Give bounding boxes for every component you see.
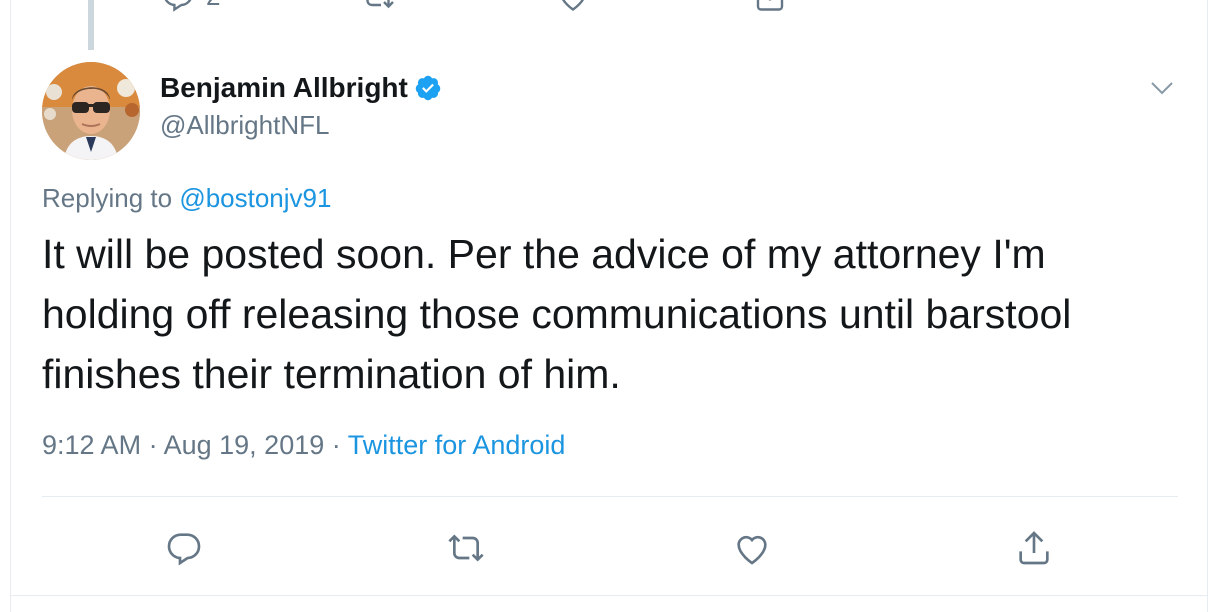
verified-badge-icon	[415, 75, 441, 101]
tweet-text: It will be posted soon. Per the advice o…	[42, 231, 1072, 397]
tweet-source[interactable]: Twitter for Android	[348, 430, 566, 460]
frame-left-border	[10, 0, 11, 612]
retweet-icon	[448, 534, 484, 562]
previous-retweet-button[interactable]	[360, 0, 396, 14]
replying-to-line: Replying to @bostonjv91	[42, 183, 331, 214]
heart-icon	[737, 535, 767, 565]
meta-separator: ·	[148, 430, 158, 460]
reply-icon	[167, 533, 201, 566]
heart-icon	[561, 0, 585, 11]
tweet-author[interactable]: Benjamin Allbright @AllbrightNFL	[160, 72, 442, 141]
tweet-time[interactable]: 9:12 AM	[42, 430, 141, 460]
divider	[42, 496, 1178, 497]
tweet-metadata: 9:12 AM · Aug 19, 2019 · Twitter for And…	[42, 430, 565, 461]
reply-icon	[164, 0, 192, 12]
author-display-name[interactable]: Benjamin Allbright	[160, 72, 408, 104]
previous-reply-count: 2	[206, 0, 220, 9]
frame-bottom-border	[10, 595, 1208, 596]
retweet-icon	[366, 0, 394, 9]
previous-reply-button[interactable]: 2	[160, 0, 220, 14]
previous-share-button[interactable]	[752, 0, 788, 14]
reply-button[interactable]	[164, 528, 204, 568]
previous-like-button[interactable]	[555, 0, 591, 14]
author-handle[interactable]: @AllbrightNFL	[160, 110, 442, 141]
avatar-photo	[42, 62, 140, 160]
replying-to-mention[interactable]: @bostonjv91	[179, 183, 331, 213]
tweet-date[interactable]: Aug 19, 2019	[164, 430, 325, 460]
frame-right-border	[1207, 0, 1208, 612]
share-icon	[1019, 531, 1049, 565]
meta-separator: ·	[331, 430, 341, 460]
share-icon	[756, 0, 784, 11]
replying-prefix: Replying to	[42, 183, 173, 213]
like-button[interactable]	[732, 528, 772, 568]
avatar[interactable]	[42, 62, 140, 160]
retweet-button[interactable]	[446, 528, 486, 568]
chevron-down-icon[interactable]	[1148, 78, 1176, 98]
share-button[interactable]	[1014, 528, 1054, 568]
previous-tweet-action-bar: 2	[0, 0, 1212, 22]
